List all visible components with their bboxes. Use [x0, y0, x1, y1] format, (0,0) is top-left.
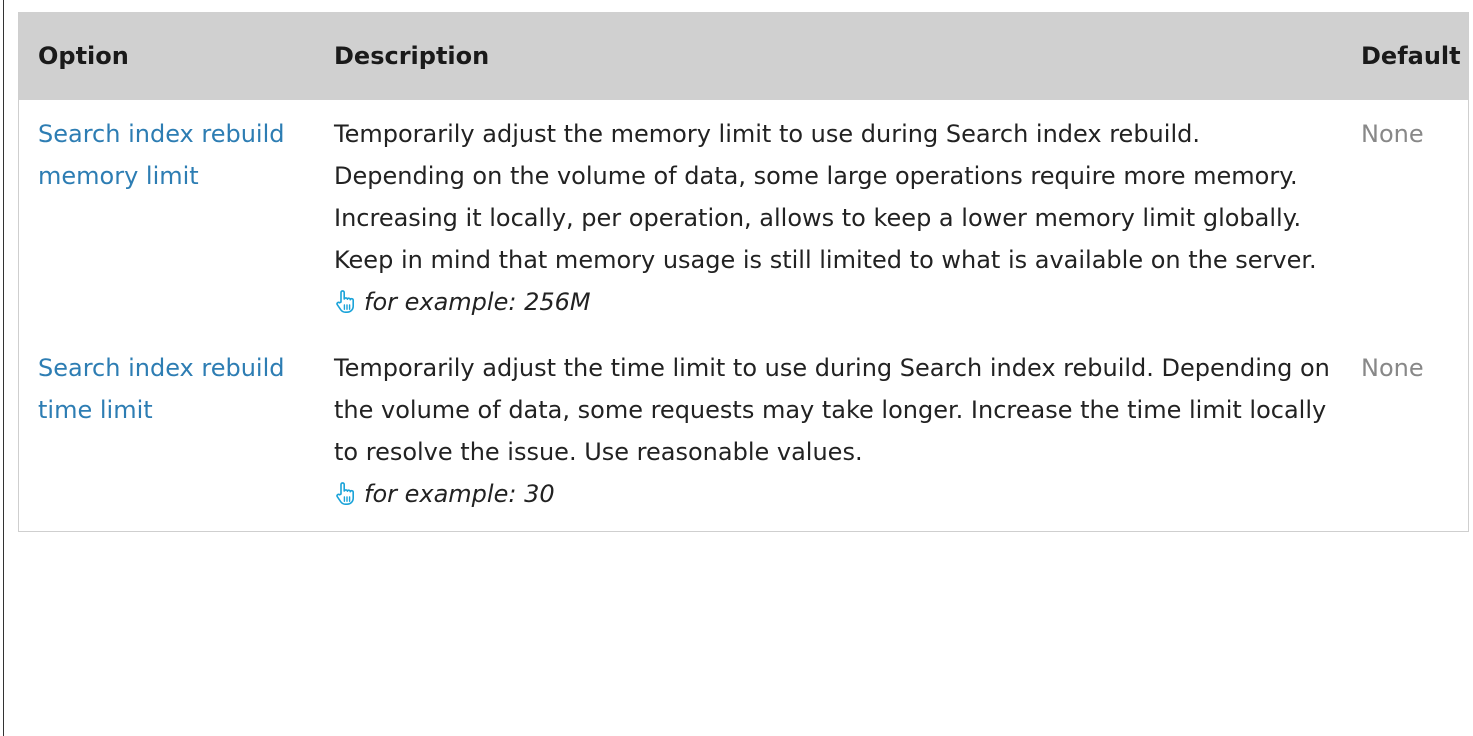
example-line: for example: 30	[334, 473, 1338, 515]
option-cell: Search index rebuild memory limit	[19, 100, 315, 334]
pointing-hand-icon	[336, 482, 354, 505]
description-text: Temporarily adjust the time limit to use…	[334, 354, 1330, 466]
option-link-memory-limit[interactable]: Search index rebuild memory limit	[38, 113, 314, 197]
example-text: for example: 256M	[364, 288, 591, 316]
preferences-table: Option Description Default Search index …	[19, 12, 1468, 531]
default-cell: None	[1339, 334, 1468, 531]
option-cell: Search index rebuild time limit	[19, 334, 315, 531]
header-default: Default	[1339, 12, 1468, 100]
table-row: Search index rebuild time limit Temporar…	[19, 334, 1468, 531]
header-description: Description	[315, 12, 1339, 100]
description-text: Temporarily adjust the memory limit to u…	[334, 120, 1317, 274]
table-header: Option Description Default	[19, 12, 1468, 100]
description-cell: Temporarily adjust the memory limit to u…	[315, 100, 1339, 334]
table-row: Search index rebuild memory limit Tempor…	[19, 100, 1468, 334]
header-option: Option	[19, 12, 315, 100]
option-link-time-limit[interactable]: Search index rebuild time limit	[38, 347, 314, 431]
example-text: for example: 30	[364, 480, 555, 508]
preferences-table-container: Option Description Default Search index …	[18, 12, 1469, 532]
pointing-hand-icon	[336, 290, 354, 313]
left-border-line	[3, 0, 4, 736]
table-header-row: Option Description Default	[19, 12, 1468, 100]
default-value: None	[1361, 354, 1424, 382]
default-value: None	[1361, 120, 1424, 148]
example-line: for example: 256M	[334, 281, 1338, 323]
table-body: Search index rebuild memory limit Tempor…	[19, 100, 1468, 531]
default-cell: None	[1339, 100, 1468, 334]
description-cell: Temporarily adjust the time limit to use…	[315, 334, 1339, 531]
